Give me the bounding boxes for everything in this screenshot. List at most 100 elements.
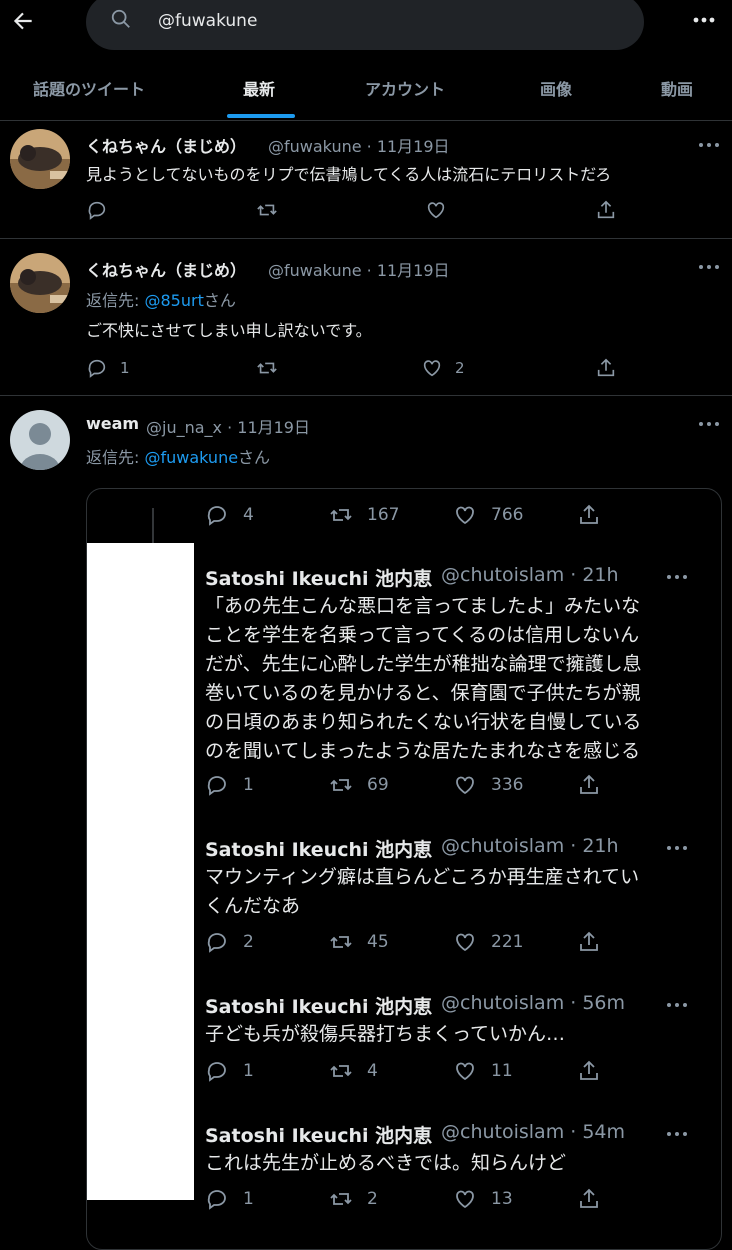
share-stat [577,773,601,797]
quoted-display-name: Satoshi Ikeuchi 池内恵 [205,1125,433,1147]
tab-videos[interactable]: 動画 [661,76,693,100]
more-icon [667,846,687,850]
tweet[interactable]: weam @ju_na_x · 11月19日 返信先: @fuwakuneさん [0,396,732,486]
share-icon [597,200,615,219]
more-icon[interactable] [697,261,721,273]
retweet-icon [330,1193,352,1205]
tweet[interactable]: くねちゃん（まじめ） @fuwakune · 11月19日 返信先: @85ur… [0,239,732,396]
like-icon [423,360,441,377]
like-stat: 11 [453,1059,513,1083]
share-stat [577,1059,601,1083]
quoted-text-line: のを聞いてしまったような居たたまれなさを感じる [205,740,641,762]
like-count: 2 [455,359,465,377]
share-stat [577,930,601,954]
like-icon [427,202,445,219]
retweet-button[interactable] [256,357,278,379]
share-stat [577,1187,601,1211]
search-bar[interactable] [86,0,644,50]
reply-icon [88,359,106,378]
tweet[interactable]: くねちゃん（まじめ） @fuwakune · 11月19日 見ようとしてないもの… [0,121,732,239]
reply-context: 返信先: @fuwakuneさん [86,448,271,467]
quoted-text-line: の日頃のあまり知られたくない行状を自慢している [205,711,642,733]
like-button[interactable] [425,199,459,221]
more-icon[interactable] [697,418,721,430]
display-name[interactable]: くねちゃん（まじめ） [86,257,246,281]
search-input[interactable] [156,8,620,34]
default-avatar-icon[interactable] [10,410,70,470]
reply-button[interactable] [86,199,120,221]
tab-latest[interactable]: 最新 [243,76,275,100]
share-button[interactable] [595,357,617,379]
reply-stat: 4 [205,503,254,527]
quoted-text-line: マウンティング癖は直らんどころか再生産されてい [205,866,640,888]
tab-top[interactable]: 話題のツイート [33,76,145,100]
reply-icon [207,506,226,526]
retweet-button[interactable] [256,199,278,221]
retweet-icon [330,1065,352,1077]
search-icon [110,8,132,30]
reply-stat: 1 [205,773,254,797]
like-icon [456,1062,474,1081]
tab-images[interactable]: 画像 [540,76,572,100]
tab-accounts[interactable]: アカウント [365,76,445,100]
more-icon [667,1003,687,1007]
search-tabs: 話題のツイート 最新 アカウント 画像 動画 [0,60,732,121]
like-button[interactable]: 2 [421,357,465,379]
reply-stat: 1 [205,1187,254,1211]
quoted-handle-date: @chutoislam · 56m [441,992,626,1014]
like-stat: 336 [453,773,523,797]
reply-stat: 1 [205,1059,254,1083]
retweet-icon [257,362,277,374]
quoted-text-line: くんだなあ [205,895,301,917]
more-icon[interactable] [697,139,721,151]
retweet-stat: 167 [329,503,399,527]
retweet-icon [330,779,352,791]
retweet-stat: 69 [329,773,389,797]
back-arrow-icon[interactable] [10,8,36,34]
reply-stat: 2 [205,930,254,954]
quoted-text-line: 子ども兵が殺傷兵器打ちまくっていかん… [205,1023,566,1045]
more-icon[interactable] [690,10,718,30]
avatar[interactable] [10,253,70,313]
mention-link[interactable]: @fuwakune [144,448,238,467]
thread-line [152,508,154,544]
display-name[interactable]: くねちゃん（まじめ） [86,133,246,157]
quoted-display-name: Satoshi Ikeuchi 池内恵 [205,839,433,861]
like-stat: 13 [453,1187,513,1211]
redaction-block [87,543,194,1200]
quoted-text-line: これは先生が止めるべきでは。知らんけど [205,1152,567,1174]
share-button[interactable] [595,199,617,221]
retweet-stat: 2 [329,1187,378,1211]
quoted-handle-date: @chutoislam · 21h [441,835,619,857]
retweet-stat: 4 [329,1059,378,1083]
handle-date: @fuwakune · 11月19日 [268,137,450,156]
share-icon [580,1060,598,1080]
mention-link[interactable]: @85urt [144,291,203,310]
handle-date: @fuwakune · 11月19日 [268,261,450,280]
avatar[interactable] [10,129,70,189]
like-icon [456,506,474,525]
reply-icon [207,933,226,953]
like-stat: 221 [453,930,523,954]
retweet-stat: 45 [329,930,389,954]
handle-date: @ju_na_x · 11月19日 [146,418,310,437]
share-icon [597,358,615,377]
quoted-text-line: だが、先生に心酔した学生が稚拙な論理で擁護し息 [205,653,642,675]
like-icon [456,776,474,795]
more-icon [667,575,687,579]
reply-icon [207,1062,226,1082]
quoted-text-line: 「あの先生こんな悪口を言ってましたよ」みたいな [205,595,641,617]
reply-button[interactable]: 1 [86,357,130,379]
share-icon [580,1188,598,1208]
retweet-icon [257,204,277,216]
quoted-handle-date: @chutoislam · 54m [441,1121,626,1143]
more-icon [667,1132,687,1136]
reply-icon [207,776,226,796]
share-icon [580,774,598,794]
like-icon [456,933,474,952]
reply-icon [207,1190,226,1210]
quoted-text-line: 巻いているのを見かけると、保育園で子供たちが親 [205,682,641,704]
like-stat: 766 [453,503,523,527]
display-name[interactable]: weam [86,414,139,433]
quoted-text-line: ことを学生を名乗って言ってくるのは信用しないん [205,624,640,646]
